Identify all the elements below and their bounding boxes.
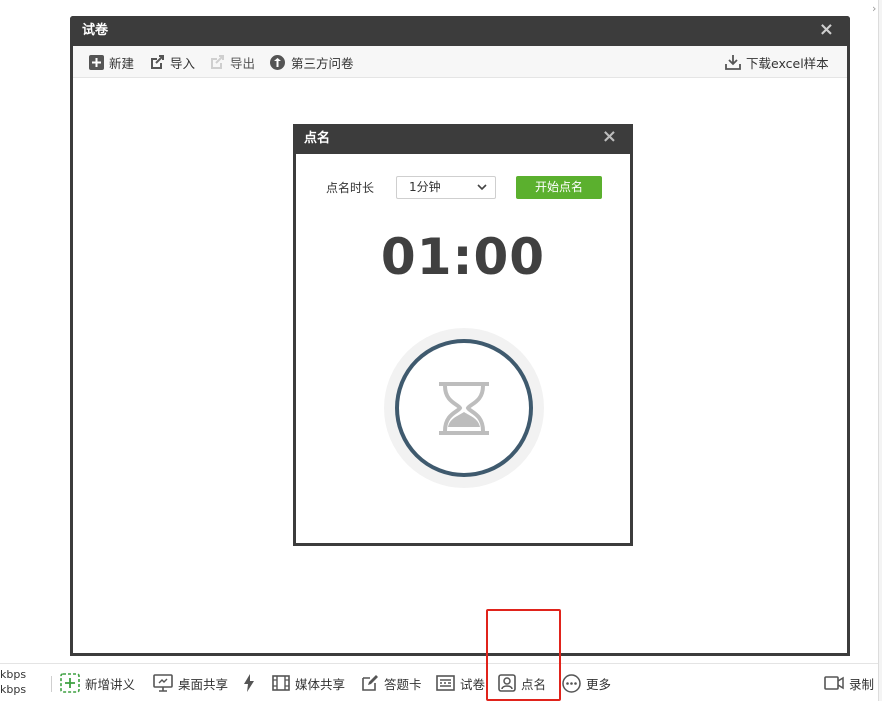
chevron-down-icon — [477, 184, 487, 191]
export-label: 导出 — [230, 55, 256, 71]
rollcall-button[interactable]: 点名 — [498, 664, 546, 701]
import-label: 导入 — [170, 55, 196, 71]
third-party-label: 第三方问卷 — [291, 55, 354, 71]
duration-select[interactable]: 1分钟 — [396, 176, 496, 199]
download-icon — [725, 55, 741, 70]
add-lecture-label: 新增讲义 — [85, 676, 136, 692]
record-label: 录制 — [849, 676, 875, 692]
more-label: 更多 — [586, 676, 612, 692]
rollcall-dialog-title: 点名 — [304, 131, 331, 146]
answer-card-label: 答题卡 — [384, 676, 422, 692]
exam-dialog-title-bar[interactable]: 试卷 × — [70, 16, 850, 46]
download-rate: kbps — [0, 683, 27, 696]
chevron-right-icon[interactable]: › — [872, 2, 876, 15]
export-icon — [211, 55, 224, 69]
edit-icon — [362, 675, 378, 691]
add-lecture-button[interactable]: 新增讲义 — [60, 664, 135, 701]
desktop-share-label: 桌面共享 — [178, 676, 229, 692]
hourglass-icon — [384, 328, 544, 488]
duration-label: 点名时长 — [326, 181, 375, 195]
exam-toolbar: 新建 导入 导出 第三方问卷 下载excel样本 — [73, 46, 847, 78]
more-icon — [562, 673, 581, 693]
bottom-toolbar: kbps kbps 新增讲义 桌面共享 媒体共享 答题卡 试卷 点名 更多 录制 — [0, 663, 878, 701]
countdown-timer: 01:00 — [380, 228, 546, 286]
new-label: 新建 — [109, 55, 135, 71]
desktop-share-button[interactable]: 桌面共享 — [153, 664, 228, 701]
toolbar-divider — [51, 676, 52, 692]
exam-dialog-close-button[interactable]: × — [819, 19, 834, 41]
duration-selected-value: 1分钟 — [409, 180, 441, 194]
exam-label: 试卷 — [460, 676, 486, 692]
monitor-icon — [153, 674, 173, 692]
rollcall-dialog: 点名 × 点名时长 1分钟 开始点名 01:00 — [293, 124, 633, 546]
answer-card-button[interactable]: 答题卡 — [361, 664, 422, 701]
window-right-edge — [878, 0, 882, 701]
exam-icon — [436, 675, 455, 691]
new-button[interactable]: 新建 — [89, 46, 134, 78]
exam-dialog-title: 试卷 — [82, 23, 109, 38]
add-icon — [60, 673, 80, 693]
third-party-icon — [270, 54, 285, 70]
rollcall-dialog-title-bar[interactable]: 点名 × — [293, 124, 633, 154]
film-icon — [272, 675, 290, 691]
download-excel-sample-button[interactable]: 下载excel样本 — [725, 46, 829, 78]
import-icon — [151, 55, 164, 69]
plus-square-icon — [89, 54, 104, 70]
exam-dialog: 试卷 × 新建 导入 导出 第三方问卷 下载excel样本 点名 × 点名时长 … — [70, 16, 850, 656]
rollcall-label: 点名 — [521, 676, 547, 692]
exam-button[interactable]: 试卷 — [436, 664, 485, 701]
export-button[interactable]: 导出 — [209, 46, 255, 78]
download-label: 下载excel样本 — [746, 55, 829, 71]
more-button[interactable]: 更多 — [562, 664, 611, 701]
start-rollcall-button[interactable]: 开始点名 — [516, 176, 602, 199]
record-button[interactable]: 录制 — [824, 664, 874, 701]
rollcall-dialog-close-button[interactable]: × — [602, 126, 617, 148]
media-share-button[interactable]: 媒体共享 — [272, 664, 345, 701]
media-share-label: 媒体共享 — [295, 676, 346, 692]
third-party-survey-button[interactable]: 第三方问卷 — [269, 46, 354, 78]
upload-rate: kbps — [0, 668, 27, 681]
lightning-icon — [244, 674, 254, 692]
rollcall-icon — [498, 674, 516, 692]
video-camera-icon — [824, 676, 844, 690]
quick-action-button[interactable] — [243, 664, 255, 701]
app-window: › 试卷 × 新建 导入 导出 第三方问卷 下载excel样本 点名 × 点名时… — [0, 0, 882, 701]
import-button[interactable]: 导入 — [149, 46, 195, 78]
